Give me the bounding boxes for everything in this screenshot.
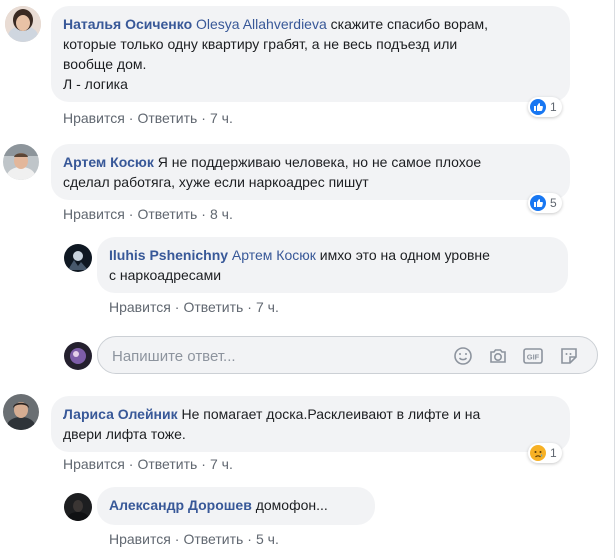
comment-text-line: скажите спасибо ворам, [330, 16, 489, 32]
reply-button[interactable]: Ответить [183, 299, 243, 315]
reply-author[interactable]: Александр Дорошев [109, 497, 252, 513]
like-button[interactable]: Нравится [109, 299, 171, 315]
avatar[interactable] [64, 244, 92, 272]
reaction-count: 5 [550, 196, 557, 210]
comment-text-line: сделал работяга, хуже если наркоадрес пи… [63, 174, 369, 190]
reply-bubble: Александр Дорошев домофон... [97, 487, 375, 525]
comment-actions: Нравится · Ответить · 7 ч. [63, 456, 233, 472]
like-button[interactable]: Нравится [63, 456, 125, 472]
comment-bubble: Наталья Осиченко Olesya Allahverdieva ск… [51, 6, 570, 102]
timestamp[interactable]: 5 ч. [256, 531, 279, 547]
comment-text-line: вообще дом. [63, 56, 147, 72]
reaction-badge[interactable]: 5 [528, 193, 562, 213]
comment-author[interactable]: Лариса Олейник [63, 406, 178, 422]
comment-actions: Нравится · Ответить · 8 ч. [63, 206, 233, 222]
separator: · [174, 531, 180, 547]
comment-bubble: Артем Косюк Я не поддерживаю человека, н… [51, 144, 570, 200]
comment-bubble: Лариса Олейник Не помагает доска.Расклеи… [51, 396, 570, 452]
separator: · [247, 299, 252, 315]
separator: · [128, 456, 134, 472]
comment-text-line: двери лифта тоже. [63, 426, 186, 442]
reply-composer[interactable]: GIF [97, 336, 598, 374]
reply-text-line: с наркоадресами [109, 267, 222, 283]
comment-mention[interactable]: Olesya Allahverdieva [196, 16, 327, 32]
emoji-icon[interactable] [453, 346, 473, 366]
reply-bubble: Iluhis Pshenichny Артем Косюк имхо это н… [97, 237, 568, 293]
camera-icon[interactable] [488, 346, 508, 366]
timestamp[interactable]: 8 ч. [210, 206, 233, 222]
avatar[interactable] [3, 144, 39, 180]
separator: · [128, 110, 134, 126]
separator: · [201, 456, 206, 472]
separator: · [201, 206, 206, 222]
comment-text-line: Я не поддерживаю человека, но не самое п… [157, 154, 482, 170]
separator: · [128, 206, 134, 222]
timestamp[interactable]: 7 ч. [210, 456, 233, 472]
separator: · [247, 531, 252, 547]
reply-mention[interactable]: Артем Косюк [232, 247, 316, 263]
timestamp[interactable]: 7 ч. [210, 110, 233, 126]
like-icon [530, 195, 546, 211]
like-button[interactable]: Нравится [63, 110, 125, 126]
comment-author[interactable]: Наталья Осиченко [63, 16, 192, 32]
reply-input[interactable] [110, 345, 434, 367]
reaction-count: 1 [550, 100, 557, 114]
separator: · [174, 299, 180, 315]
reply-actions: Нравится · Ответить · 7 ч. [109, 299, 279, 315]
reply-button[interactable]: Ответить [137, 206, 197, 222]
like-button[interactable]: Нравится [109, 531, 171, 547]
avatar[interactable] [64, 493, 92, 521]
avatar[interactable] [3, 394, 39, 430]
reaction-badge[interactable]: 1 [528, 97, 562, 117]
reaction-count: 1 [550, 446, 557, 460]
avatar [64, 342, 92, 370]
separator: · [201, 110, 206, 126]
comment-text-line: которые только одну квартиру грабят, а н… [63, 36, 458, 52]
comment-author[interactable]: Артем Косюк [63, 154, 154, 170]
reply-button[interactable]: Ответить [137, 110, 197, 126]
gif-icon[interactable]: GIF [522, 346, 543, 366]
like-icon [530, 99, 546, 115]
like-button[interactable]: Нравится [63, 206, 125, 222]
reply-text-line: имхо это на одном уровне [319, 247, 490, 263]
reply-button[interactable]: Ответить [137, 456, 197, 472]
reply-author[interactable]: Iluhis Pshenichny [109, 247, 228, 263]
comment-actions: Нравится · Ответить · 7 ч. [63, 110, 233, 126]
svg-text:GIF: GIF [527, 353, 540, 362]
sad-icon [530, 445, 546, 461]
reply-text-line: домофон... [255, 497, 328, 513]
sticker-icon[interactable] [559, 346, 579, 366]
timestamp[interactable]: 7 ч. [256, 299, 279, 315]
avatar[interactable] [5, 6, 41, 42]
comment-text-line: Л - логика [63, 76, 128, 92]
comment-text-line: Не помагает доска.Расклеивают в лифте и … [181, 406, 481, 422]
reaction-badge[interactable]: 1 [528, 443, 562, 463]
reply-button[interactable]: Ответить [183, 531, 243, 547]
reply-actions: Нравится · Ответить · 5 ч. [109, 531, 279, 547]
